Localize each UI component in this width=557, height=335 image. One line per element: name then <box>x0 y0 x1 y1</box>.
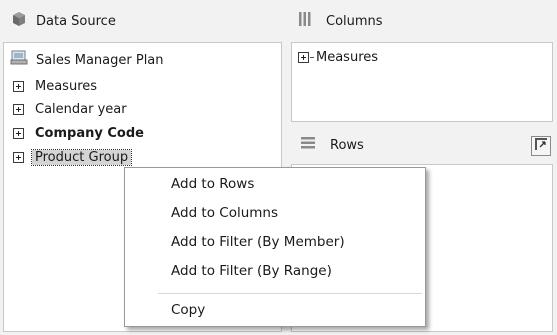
cube-icon <box>12 11 26 31</box>
columns-item-measures[interactable]: Measures <box>298 48 378 66</box>
tree-item-company-code[interactable]: Company Code <box>13 123 144 143</box>
menu-item-copy[interactable]: Copy <box>126 297 424 323</box>
tree-item-measures[interactable]: Measures <box>13 76 97 96</box>
tree-item-label: Measures <box>35 78 98 94</box>
expand-icon[interactable] <box>13 127 24 139</box>
database-icon <box>10 50 28 70</box>
tree-item-label: Calendar year <box>35 101 127 117</box>
tree-connector <box>310 56 314 58</box>
tree-item-product-group[interactable]: Product Group <box>13 147 133 167</box>
menu-item-add-to-filter-by-member[interactable]: Add to Filter (By Member) <box>126 229 424 255</box>
expand-icon[interactable] <box>298 51 309 63</box>
rows-title: Rows <box>330 137 364 153</box>
columns-item-label: Measures <box>316 49 379 65</box>
rows-header: Rows <box>294 128 557 162</box>
columns-header: Columns <box>294 0 557 42</box>
query-designer: Data Source Sales Manager Plan Measures … <box>0 0 557 335</box>
context-menu: Add to Rows Add to Columns Add to Filter… <box>124 167 426 327</box>
swap-axes-icon <box>534 137 548 155</box>
tree-item-calendar-year[interactable]: Calendar year <box>13 99 127 119</box>
rows-icon <box>300 136 316 154</box>
columns-drop-area[interactable]: Measures <box>291 42 553 122</box>
menu-item-add-to-filter-by-range[interactable]: Add to Filter (By Range) <box>126 258 424 284</box>
expand-icon[interactable] <box>13 80 24 92</box>
data-source-title: Data Source <box>36 13 116 29</box>
tree-item-label: Company Code <box>35 125 144 141</box>
columns-icon <box>298 11 312 31</box>
menu-separator <box>158 293 422 294</box>
expand-icon[interactable] <box>13 151 24 163</box>
data-source-header: Data Source <box>0 0 286 42</box>
swap-axes-button[interactable] <box>531 136 551 156</box>
menu-item-add-to-columns[interactable]: Add to Columns <box>126 200 424 226</box>
tree-root-label: Sales Manager Plan <box>36 52 164 68</box>
tree-root-sales-manager-plan[interactable]: Sales Manager Plan <box>10 50 164 70</box>
menu-item-add-to-rows[interactable]: Add to Rows <box>126 171 424 197</box>
expand-icon[interactable] <box>13 103 24 115</box>
columns-title: Columns <box>326 13 383 29</box>
tree-item-label: Product Group <box>30 148 133 166</box>
